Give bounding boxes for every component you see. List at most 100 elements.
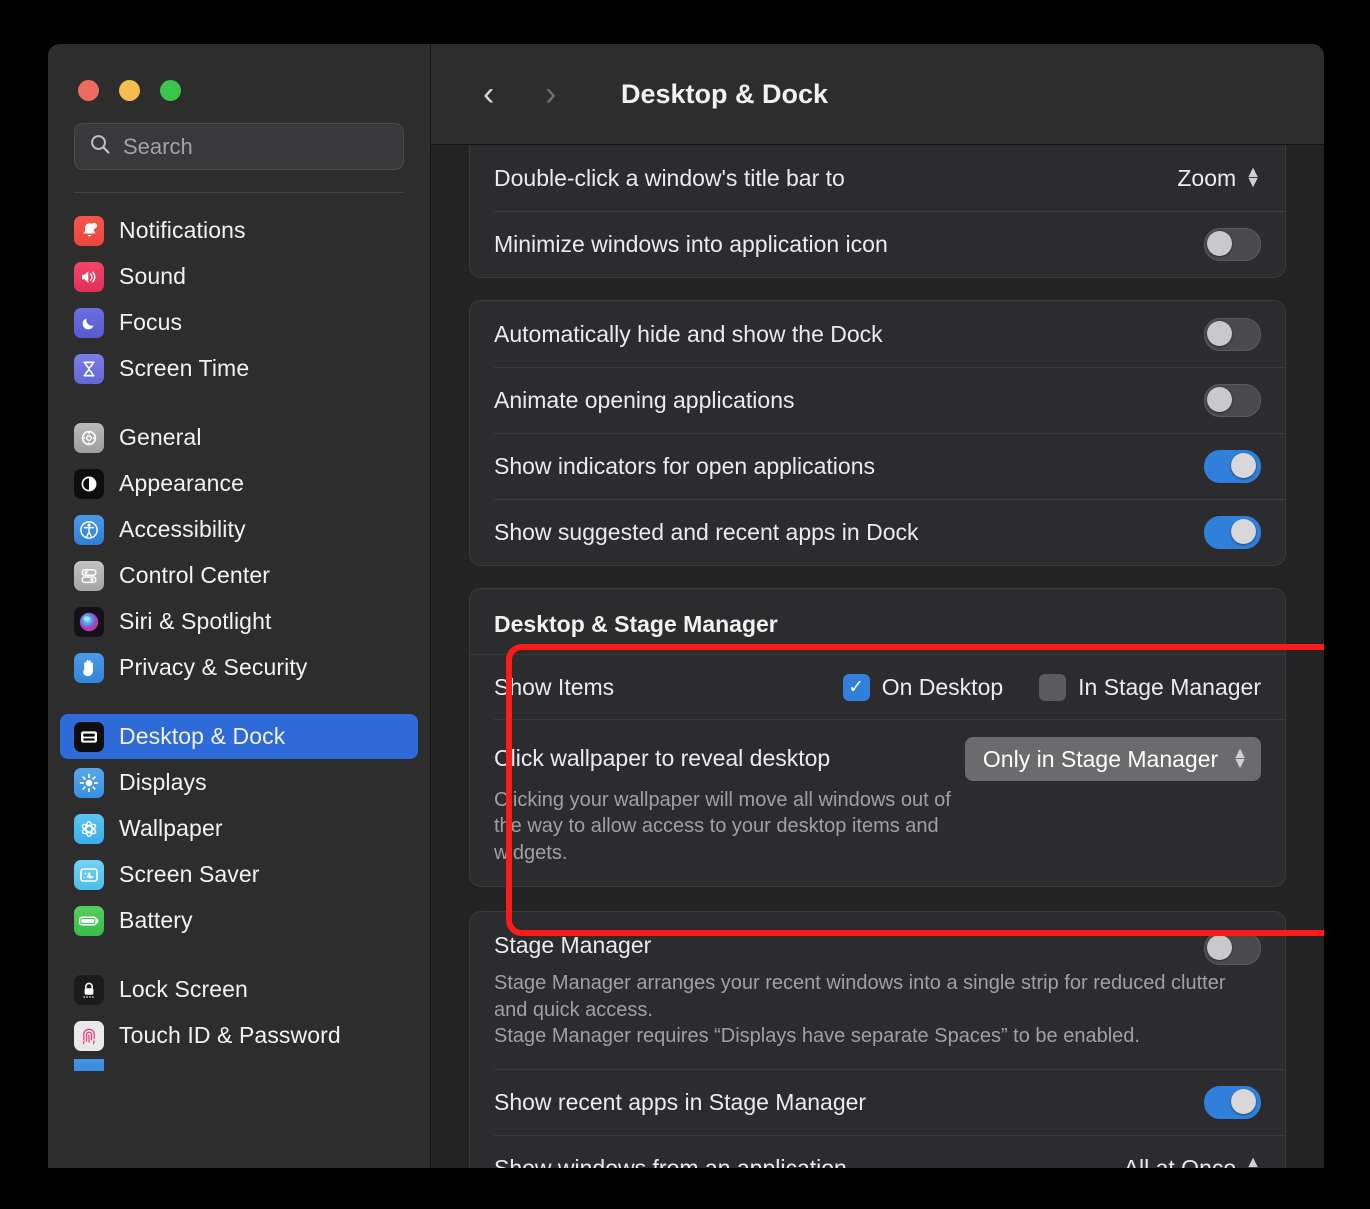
appearance-icon [74, 468, 104, 499]
sidebar-item-label: Siri & Spotlight [119, 608, 272, 634]
sidebar-item-battery[interactable]: Battery [60, 898, 418, 943]
chevron-updown-icon: ▲▼ [1232, 745, 1248, 772]
setting-row-show-indicators[interactable]: Show indicators for open applications [470, 433, 1285, 499]
sidebar-item-label: Displays [119, 769, 207, 795]
system-settings-window: Search Notifications Sound Focus Screen … [48, 44, 1324, 1168]
setting-row-suggested-recent-apps[interactable]: Show suggested and recent apps in Dock [470, 499, 1285, 565]
popup-value: Zoom [1177, 164, 1237, 191]
row-control[interactable] [1204, 515, 1261, 549]
sidebar-item-displays[interactable]: Displays [60, 760, 418, 805]
animate-opening-apps-toggle[interactable] [1204, 383, 1261, 417]
row-label: Minimize windows into application icon [494, 230, 888, 257]
sidebar-search: Search [48, 101, 430, 193]
sidebar-item-control-center[interactable]: Control Center [60, 553, 418, 598]
row-label: Show recent apps in Stage Manager [494, 1088, 867, 1115]
setting-row-double-click-title-bar[interactable]: Double-click a window's title bar to Zoo… [470, 145, 1285, 211]
sidebar-item-label: Privacy & Security [119, 654, 308, 680]
sidebar-item-accessibility[interactable]: Accessibility [60, 507, 418, 552]
forward-button[interactable]: › [545, 75, 607, 114]
wallpaper-icon [74, 813, 104, 844]
setting-row-show-windows-from-app[interactable]: Show windows from an application All at … [470, 1135, 1285, 1168]
row-control[interactable] [1204, 383, 1261, 417]
back-button[interactable]: ‹ [483, 75, 545, 114]
row-control[interactable] [1204, 1085, 1261, 1119]
stage-manager-toggle[interactable] [1204, 932, 1261, 966]
sidebar-item-screen-time[interactable]: Screen Time [60, 346, 418, 391]
settings-scroll-area[interactable]: Double-click a window's title bar to Zoo… [431, 145, 1324, 1168]
sidebar-item-label: Battery [119, 907, 193, 933]
sidebar-item-label: Appearance [119, 470, 245, 496]
search-placeholder: Search [123, 133, 193, 159]
sidebar-item-touch-id-password[interactable]: Touch ID & Password [60, 1013, 418, 1058]
setting-row-stage-manager[interactable]: Stage Manager Stage Manager arranges you… [470, 912, 1285, 1069]
sidebar-item-partial[interactable] [60, 1059, 418, 1071]
page-title: Desktop & Dock [621, 78, 829, 109]
double-click-popup[interactable]: Zoom ▲ ▼ [1177, 165, 1261, 192]
suggested-recent-apps-toggle[interactable] [1204, 515, 1261, 549]
accessibility-icon [74, 514, 104, 545]
stage-manager-title: Stage Manager [494, 932, 652, 959]
setting-row-click-wallpaper[interactable]: Click wallpaper to reveal desktop Only i… [470, 719, 1285, 886]
sidebar-item-wallpaper[interactable]: Wallpaper [60, 806, 418, 851]
row-control[interactable]: ✓ On Desktop In Stage Manager [842, 673, 1261, 701]
main-panel: ‹ › Desktop & Dock Double-click a window… [431, 44, 1324, 1168]
checkbox-box-icon [1039, 673, 1067, 701]
sidebar-item-appearance[interactable]: Appearance [60, 461, 418, 506]
sidebar-item-label: Lock Screen [119, 976, 248, 1002]
zoom-button[interactable] [160, 80, 181, 101]
desktop-stage-manager-card: Desktop & Stage Manager Show Items ✓ On … [469, 588, 1286, 888]
lock-screen-icon [74, 974, 104, 1005]
sidebar-item-label: Desktop & Dock [119, 723, 286, 749]
click-wallpaper-popup[interactable]: Only in Stage Manager ▲ ▼ [964, 737, 1261, 781]
sidebar-item-label: Notifications [119, 217, 246, 243]
sidebar-item-screen-saver[interactable]: Screen Saver [60, 852, 418, 897]
show-indicators-toggle[interactable] [1204, 449, 1261, 483]
windows-card: Double-click a window's title bar to Zoo… [469, 145, 1286, 278]
sidebar-item-label: General [119, 424, 202, 450]
setting-row-show-items[interactable]: Show Items ✓ On Desktop In Stage Manager [470, 655, 1285, 719]
setting-row-animate-opening-apps[interactable]: Animate opening applications [470, 367, 1285, 433]
sidebar-group: General Appearance Accessibility Control… [60, 415, 418, 713]
popup-value: All at Once [1123, 1154, 1237, 1168]
desktop-dock-icon [74, 721, 104, 752]
sidebar-item-focus[interactable]: Focus [60, 300, 418, 345]
search-input[interactable]: Search [74, 123, 404, 170]
row-control[interactable]: Zoom ▲ ▼ [1177, 165, 1261, 192]
siri-spotlight-icon [74, 606, 104, 637]
screen-saver-icon [74, 859, 104, 890]
notifications-icon [74, 215, 104, 246]
row-top: Click wallpaper to reveal desktop Only i… [494, 737, 1261, 781]
sidebar-group: Desktop & Dock Displays Wallpaper Screen… [60, 714, 418, 966]
row-label: Show suggested and recent apps in Dock [494, 518, 919, 545]
sidebar-group: Lock Screen Touch ID & Password [60, 967, 418, 1094]
close-button[interactable] [78, 80, 99, 101]
sidebar-item-siri-spotlight[interactable]: Siri & Spotlight [60, 599, 418, 644]
setting-row-minimize-into-app-icon[interactable]: Minimize windows into application icon [470, 211, 1285, 277]
minimize-into-icon-toggle[interactable] [1204, 227, 1261, 261]
chevron-updown-icon: ▲▼ [1245, 164, 1261, 191]
row-control[interactable]: All at Once ▲▼ [1124, 1155, 1261, 1168]
sidebar-item-label: Control Center [119, 562, 270, 588]
sidebar-item-general[interactable]: General [60, 415, 418, 460]
show-recent-apps-toggle[interactable] [1204, 1085, 1261, 1119]
dock-card: Automatically hide and show the Dock Ani… [469, 300, 1286, 566]
sidebar-item-desktop-dock[interactable]: Desktop & Dock [60, 714, 418, 759]
setting-row-show-recent-apps[interactable]: Show recent apps in Stage Manager [470, 1069, 1285, 1135]
stage-manager-description-2: Stage Manager requires “Displays have se… [494, 1024, 1140, 1047]
sidebar-item-privacy-security[interactable]: Privacy & Security [60, 645, 418, 690]
setting-row-auto-hide-dock[interactable]: Automatically hide and show the Dock [470, 301, 1285, 367]
focus-icon [74, 307, 104, 338]
minimize-button[interactable] [119, 80, 140, 101]
auto-hide-dock-toggle[interactable] [1204, 317, 1261, 351]
sidebar-item-notifications[interactable]: Notifications [60, 208, 418, 253]
sidebar-item-sound[interactable]: Sound [60, 254, 418, 299]
displays-icon [74, 767, 104, 798]
row-control[interactable] [1204, 317, 1261, 351]
sidebar-item-lock-screen[interactable]: Lock Screen [60, 967, 418, 1012]
row-control[interactable] [1204, 449, 1261, 483]
row-control[interactable] [1204, 227, 1261, 261]
checkbox-in-stage-manager[interactable]: In Stage Manager [1039, 673, 1261, 701]
checkbox-on-desktop[interactable]: ✓ On Desktop [842, 673, 1003, 701]
row-label: Show Items [494, 673, 615, 700]
show-windows-popup[interactable]: All at Once ▲▼ [1124, 1155, 1261, 1168]
